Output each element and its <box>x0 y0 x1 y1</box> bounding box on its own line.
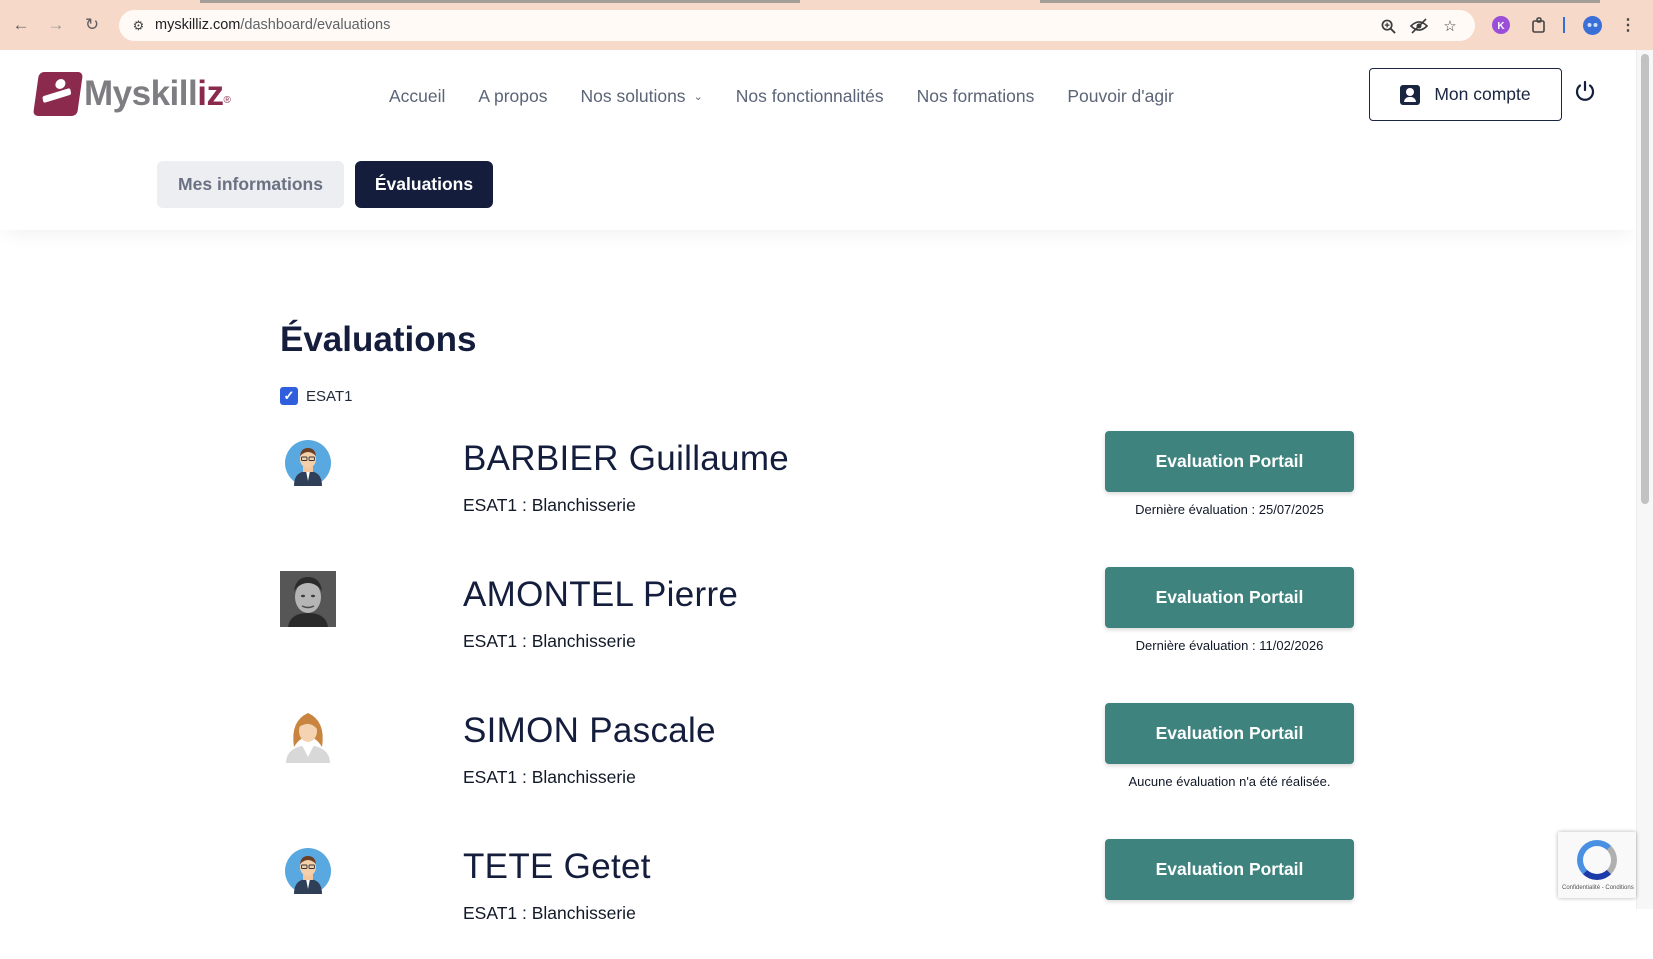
logout-power-icon[interactable] <box>1572 78 1598 104</box>
person-group: ESAT1 : Blanchisserie <box>463 767 636 787</box>
myskilliz-logo[interactable]: Myskilliz ® <box>32 72 231 116</box>
main-nav: Accueil A propos Nos solutions ⌄ Nos fonc… <box>389 86 1207 107</box>
person-name: TETE Getet <box>463 847 651 886</box>
person-name: SIMON Pascale <box>463 711 716 750</box>
site-header: Myskilliz ® Accueil A propos Nos solutio… <box>0 50 1636 230</box>
person-name: AMONTEL Pierre <box>463 575 739 614</box>
account-box-icon <box>1400 84 1421 105</box>
extension-k-icon[interactable]: K <box>1491 15 1511 35</box>
person-name: BARBIER Guillaume <box>463 439 790 478</box>
zoom-icon[interactable] <box>1378 16 1398 36</box>
nav-accueil[interactable]: Accueil <box>389 86 445 107</box>
url-text[interactable]: myskilliz.com/dashboard/evaluations <box>155 17 390 33</box>
man-cartoon-avatar <box>280 435 336 491</box>
esat-filter[interactable]: ✓ ESAT1 <box>280 387 352 405</box>
nav-pouvoir-dagir[interactable]: Pouvoir d'agir <box>1067 86 1173 107</box>
person-row: BARBIER Guillaume ESAT1 : Blanchisserie … <box>280 431 1355 551</box>
photo-avatar <box>280 571 336 627</box>
evaluation-portail-button[interactable]: Evaluation Portail <box>1105 567 1354 628</box>
last-evaluation-text: Dernière évaluation : 11/02/2026 <box>1135 638 1324 653</box>
address-bar[interactable]: ⚙ myskilliz.com/dashboard/evaluations ☆ <box>119 10 1475 41</box>
reload-icon[interactable]: ↻ <box>81 14 103 36</box>
site-settings-icon[interactable]: ⚙ <box>129 16 148 35</box>
last-evaluation-text: Dernière évaluation : 25/07/2025 <box>1135 502 1324 517</box>
dashboard-tabs: Mes informations Évaluations <box>157 161 504 208</box>
scrollbar-thumb[interactable] <box>1641 54 1649 504</box>
profile-avatar[interactable] <box>1582 15 1602 35</box>
chevron-down-icon: ⌄ <box>693 91 703 103</box>
no-evaluation-text: Aucune évaluation n'a été réalisée. <box>1128 774 1331 789</box>
back-icon[interactable]: ← <box>10 14 32 36</box>
person-group: ESAT1 : Blanchisserie <box>463 495 636 515</box>
tab-mes-informations[interactable]: Mes informations <box>157 161 344 208</box>
woman-avatar <box>280 707 336 763</box>
url-domain: myskilliz.com <box>155 17 241 33</box>
person-row: SIMON Pascale ESAT1 : Blanchisserie Eval… <box>280 703 1355 823</box>
tab-strip-right <box>1040 0 1600 3</box>
my-account-button[interactable]: Mon compte <box>1369 68 1562 121</box>
evaluations-section: Évaluations ✓ ESAT1 BARBIER Guillaume ES… <box>280 320 1355 923</box>
man-cartoon-avatar <box>280 843 336 899</box>
person-row: AMONTEL Pierre ESAT1 : Blanchisserie Eva… <box>280 567 1355 687</box>
page-title: Évaluations <box>280 320 477 359</box>
evaluation-portail-button[interactable]: Evaluation Portail <box>1105 431 1354 492</box>
nav-nos-formations[interactable]: Nos formations <box>917 86 1035 107</box>
tab-evaluations[interactable]: Évaluations <box>355 161 493 208</box>
nav-nos-fonctionnalites[interactable]: Nos fonctionnalités <box>736 86 884 107</box>
forward-icon[interactable]: → <box>45 14 67 36</box>
browser-toolbar: ← → ↻ ⚙ myskilliz.com/dashboard/evaluati… <box>0 0 1653 50</box>
nav-nos-solutions[interactable]: Nos solutions ⌄ <box>581 86 703 107</box>
evaluation-portail-button[interactable]: Evaluation Portail <box>1105 839 1354 900</box>
logo-text: Myskilliz <box>84 74 224 113</box>
tab-strip <box>200 0 800 3</box>
browser-menu-icon[interactable]: ⋮ <box>1618 15 1638 35</box>
eye-off-icon[interactable] <box>1409 16 1429 36</box>
bookmark-star-icon[interactable]: ☆ <box>1440 16 1460 36</box>
person-group: ESAT1 : Blanchisserie <box>463 631 636 651</box>
recaptcha-icon <box>1577 840 1617 880</box>
person-row: TETE Getet ESAT1 : Blanchisserie Evaluat… <box>280 839 1355 959</box>
my-account-label: Mon compte <box>1434 84 1531 104</box>
recaptcha-badge[interactable]: Confidentialité - Conditions <box>1558 832 1636 898</box>
svg-text:K: K <box>1497 21 1505 32</box>
person-group: ESAT1 : Blanchisserie <box>463 903 636 923</box>
nav-nos-solutions-label: Nos solutions <box>580 86 686 106</box>
extensions-puzzle-icon[interactable] <box>1529 15 1549 35</box>
logo-mark-icon <box>32 72 84 116</box>
evaluation-portail-button[interactable]: Evaluation Portail <box>1105 703 1354 764</box>
recaptcha-links[interactable]: Confidentialité - Conditions <box>1562 885 1634 891</box>
esat1-filter-label: ESAT1 <box>306 387 353 405</box>
page-scrollbar[interactable] <box>1636 50 1653 909</box>
toolbar-divider <box>1563 17 1565 33</box>
esat1-checkbox[interactable]: ✓ <box>280 387 298 405</box>
nav-a-propos[interactable]: A propos <box>478 86 547 107</box>
url-path: /dashboard/evaluations <box>240 17 391 33</box>
logo-registered-mark: ® <box>223 95 231 106</box>
